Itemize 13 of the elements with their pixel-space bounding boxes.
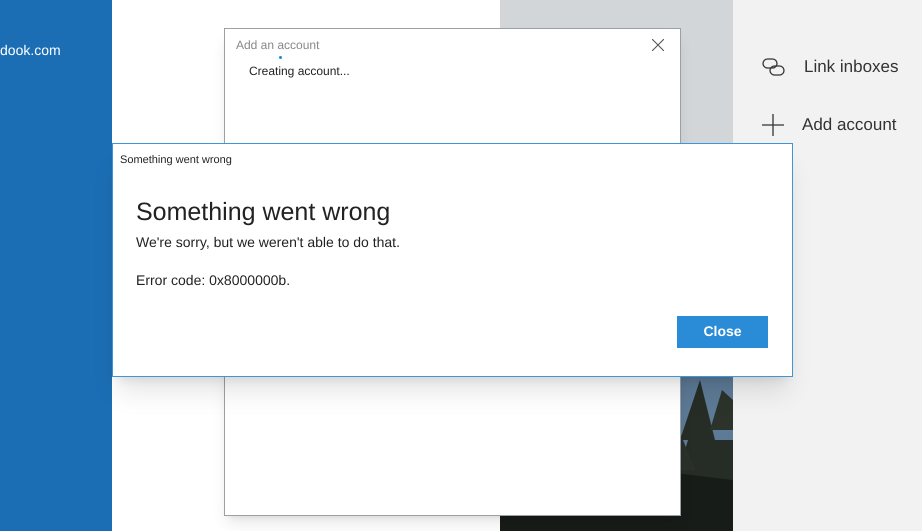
pane-item[interactable]: Link inboxes	[762, 52, 922, 82]
plus-icon	[762, 114, 784, 136]
dialog-title: Add an account	[236, 37, 320, 54]
error-code: Error code: 0x8000000b.	[136, 270, 290, 290]
error-message: We're sorry, but we weren't able to do that.	[136, 232, 400, 252]
link-icon	[762, 57, 786, 77]
pane-item[interactable]: Add account	[762, 110, 922, 140]
window-title: Something went wrong	[120, 153, 232, 168]
status-text: Creating account...	[249, 63, 351, 80]
close-icon[interactable]	[652, 39, 664, 51]
dialog-heading: Something went wrong	[136, 196, 390, 226]
account-email[interactable]: dook.com	[0, 40, 112, 61]
close-button[interactable]: Close	[677, 316, 768, 348]
